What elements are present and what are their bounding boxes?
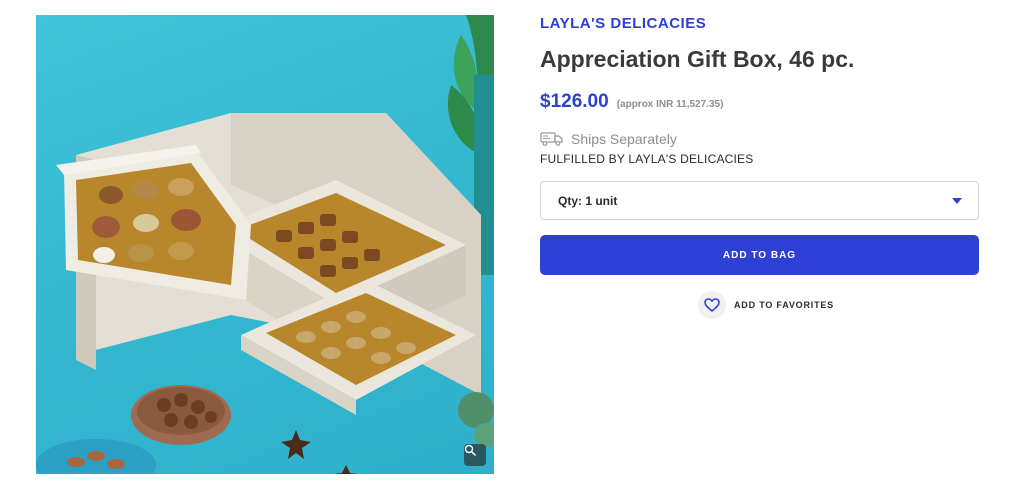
product-title: Appreciation Gift Box, 46 pc. — [540, 46, 855, 72]
product-price: $126.00 — [540, 91, 609, 112]
shipping-info: Ships Separately — [540, 131, 677, 147]
quantity-value: Qty: 1 unit — [558, 193, 618, 208]
chevron-down-icon — [952, 197, 962, 204]
favorite-icon-wrapper — [698, 291, 726, 319]
approx-price: (approx INR 11,527.35) — [616, 99, 724, 110]
fulfilled-by-label: FULFILLED BY LAYLA'S DELICACIES — [540, 152, 754, 166]
product-image — [36, 15, 494, 474]
zoom-button[interactable] — [464, 444, 486, 466]
quantity-select[interactable]: Qty: 1 unit — [540, 181, 979, 220]
add-to-bag-button[interactable]: ADD TO BAG — [540, 235, 979, 275]
add-to-favorites-label: ADD TO FAVORITES — [734, 300, 834, 310]
zoom-icon — [464, 444, 476, 456]
gift-box-illustration — [36, 15, 494, 474]
price-row: $126.00 (approx INR 11,527.35) — [540, 91, 723, 113]
heart-icon — [704, 298, 720, 312]
truck-icon — [540, 132, 563, 146]
ships-separately-label: Ships Separately — [571, 131, 677, 147]
brand-link[interactable]: LAYLA'S DELICACIES — [540, 15, 706, 32]
add-to-favorites-button[interactable]: ADD TO FAVORITES — [698, 291, 834, 319]
